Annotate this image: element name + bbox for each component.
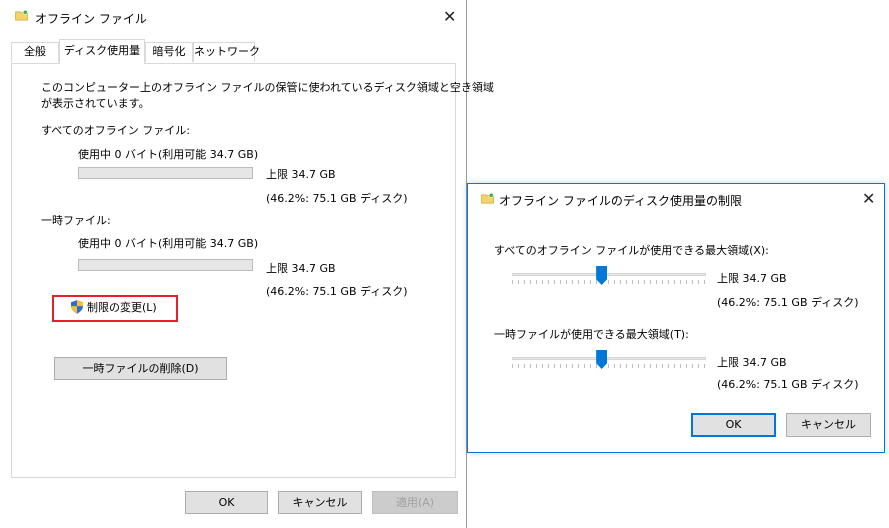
uac-shield-icon: [71, 300, 83, 314]
temp-files-slider[interactable]: [512, 348, 706, 374]
temp-files-slider-track: [512, 357, 706, 360]
dialog-ok-label: OK: [725, 418, 742, 431]
change-limits-button[interactable]: 制限の変更(L): [57, 297, 173, 320]
cancel-button[interactable]: キャンセル: [278, 491, 362, 514]
delete-temp-files-button[interactable]: 一時ファイルの削除(D): [54, 357, 227, 380]
tab-disk-usage[interactable]: ディスク使用量: [59, 39, 145, 64]
dialog-ok-button[interactable]: OK: [691, 413, 776, 437]
tab-encryption[interactable]: 暗号化: [145, 42, 193, 62]
apply-label: 適用(A): [395, 496, 435, 509]
all-files-limit-detail: (46.2%: 75.1 GB ディスク): [266, 192, 408, 205]
tab-encryption-label: 暗号化: [152, 45, 186, 58]
temp-files-max-label: 一時ファイルが使用できる最大領域(T):: [494, 328, 689, 341]
temp-files-limit-detail: (46.2%: 75.1 GB ディスク): [266, 285, 408, 298]
all-files-limit: 上限 34.7 GB: [266, 168, 336, 181]
tab-general-label: 全般: [24, 45, 46, 58]
offline-folder-icon: [481, 193, 494, 204]
tab-network-label: ネットワーク: [194, 45, 260, 58]
temp-files-usage-bar: [78, 259, 253, 271]
all-files-max-limit: 上限 34.7 GB: [717, 272, 787, 285]
all-files-max-detail: (46.2%: 75.1 GB ディスク): [717, 296, 859, 309]
ok-button[interactable]: OK: [185, 491, 268, 514]
window-close-button[interactable]: ✕: [443, 9, 456, 25]
dialog-cancel-button[interactable]: キャンセル: [786, 413, 871, 437]
temp-files-slider-ticks: [512, 364, 706, 368]
ok-label: OK: [218, 496, 235, 509]
delete-temp-files-label: 一時ファイルの削除(D): [82, 362, 199, 375]
all-files-usage: 使用中 0 バイト(利用可能 34.7 GB): [78, 148, 259, 161]
change-limits-label: 制限の変更(L): [87, 301, 157, 314]
all-files-heading: すべてのオフライン ファイル:: [41, 124, 190, 137]
all-files-slider-ticks: [512, 280, 706, 284]
window-title: オフライン ファイル: [35, 12, 147, 26]
temp-files-limit: 上限 34.7 GB: [266, 262, 336, 275]
dialog-title: オフライン ファイルのディスク使用量の制限: [499, 194, 742, 208]
dialog-close-button[interactable]: ✕: [862, 191, 875, 207]
cancel-label: キャンセル: [292, 496, 348, 509]
tab-disk-usage-label: ディスク使用量: [63, 44, 141, 57]
tab-network[interactable]: ネットワーク: [193, 42, 260, 62]
offline-folder-icon: [15, 10, 28, 21]
description-line-1: このコンピューター上のオフライン ファイルの保管に使われているディスク領域と空き…: [41, 81, 494, 94]
temp-files-heading: 一時ファイル:: [41, 214, 111, 227]
disk-limits-dialog: オフライン ファイルのディスク使用量の制限 ✕ すべてのオフライン ファイルが使…: [467, 183, 885, 453]
all-files-slider[interactable]: [512, 264, 706, 290]
temp-files-max-limit: 上限 34.7 GB: [717, 356, 787, 369]
offline-files-window: オフライン ファイル ✕ 全般 ディスク使用量 暗号化 ネットワーク このコンピ…: [0, 0, 494, 528]
dialog-cancel-label: キャンセル: [801, 418, 856, 431]
all-files-slider-track: [512, 273, 706, 276]
temp-files-usage: 使用中 0 バイト(利用可能 34.7 GB): [78, 237, 259, 250]
disk-usage-panel: このコンピューター上のオフライン ファイルの保管に使われているディスク領域と空き…: [11, 63, 494, 478]
temp-files-max-detail: (46.2%: 75.1 GB ディスク): [717, 378, 859, 391]
description-line-2: が表示されています。: [41, 97, 150, 110]
tab-general[interactable]: 全般: [11, 42, 59, 62]
apply-button[interactable]: 適用(A): [372, 491, 458, 514]
all-files-max-label: すべてのオフライン ファイルが使用できる最大領域(X):: [494, 244, 769, 257]
all-files-usage-bar: [78, 167, 253, 179]
